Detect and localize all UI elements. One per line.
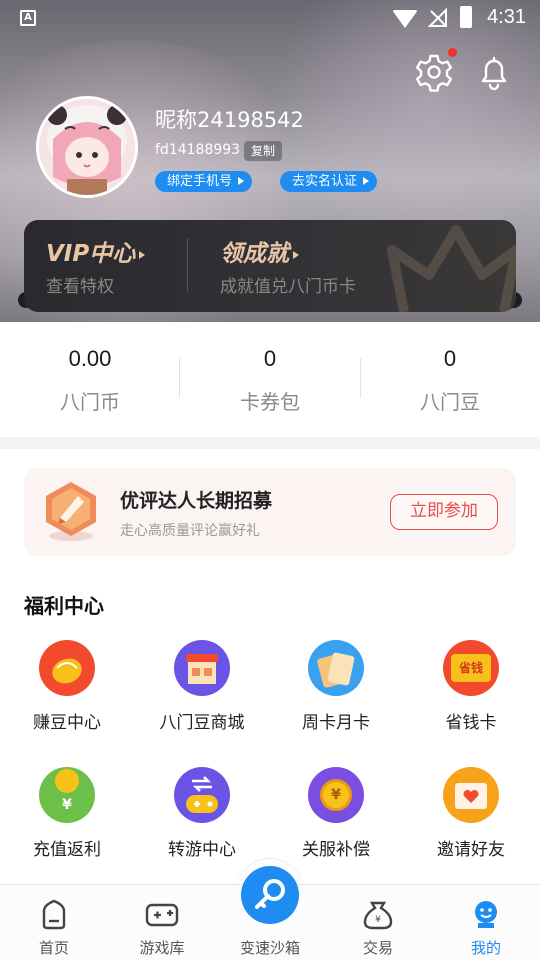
compensation-coin-icon: ¥: [308, 767, 364, 823]
reviewer-recruit-banner[interactable]: 优评达人长期招募 走心高质量评论赢好礼 立即参加: [24, 468, 516, 556]
nav-label: 变速沙箱: [239, 939, 300, 957]
nav-label: 我的: [470, 939, 501, 957]
recruit-title: 优评达人长期招募: [120, 490, 273, 512]
recharge-yen-text: ¥: [62, 797, 72, 813]
achievement-arrow-icon: [293, 250, 299, 259]
compensation-yen-text: ¥: [320, 779, 352, 811]
user-nickname: 昵称24198542: [155, 108, 304, 132]
vip-center-title: VIP中心: [46, 241, 136, 267]
transfer-game-icon: [174, 767, 230, 823]
vip-card: VIP中心 查看特权 领成就 成就值兑八门币卡: [24, 220, 516, 312]
vip-card-divider: [187, 238, 188, 292]
welfare-item-label: 关服补偿: [302, 840, 370, 860]
notification-app-icon: A: [20, 10, 36, 26]
coin-shape: [55, 769, 79, 793]
trade-bag-icon: ¥: [363, 901, 393, 930]
save-money-card-icon: 省钱: [443, 640, 499, 696]
welfare-item-bean-mall[interactable]: 八门豆商城: [137, 640, 267, 733]
wallet-stats: 0.00 八门币 0 卡券包 0 八门豆: [0, 322, 540, 437]
welfare-item-label: 邀请好友: [437, 840, 505, 860]
avatar[interactable]: [36, 96, 138, 198]
sandbox-center-button[interactable]: [241, 866, 299, 924]
stat-label: 八门豆: [420, 390, 480, 414]
nav-label: 首页: [38, 939, 69, 957]
welfare-item-earn-beans[interactable]: 赚豆中心: [2, 640, 132, 733]
stat-value: 0: [443, 346, 457, 371]
welfare-item-recharge-rebate[interactable]: ¥ 充值返利: [2, 767, 132, 860]
settings-notification-dot: [448, 48, 457, 57]
reviewer-badge-icon: [46, 482, 96, 541]
home-icon: [42, 899, 66, 930]
welfare-item-save-money-card[interactable]: 省钱 省钱卡: [406, 640, 536, 733]
bean-icon: [39, 640, 95, 696]
recharge-rebate-icon: ¥: [39, 767, 95, 823]
invite-envelope-icon: [443, 767, 499, 823]
gamepad-icon: [145, 903, 179, 927]
join-now-button[interactable]: 立即参加: [390, 494, 498, 530]
welfare-item-label: 省钱卡: [445, 713, 497, 733]
stat-bamen-coin[interactable]: 0.00 八门币: [0, 346, 180, 415]
recruit-subtitle: 走心高质量评论赢好礼: [120, 523, 260, 539]
welfare-item-label: 充值返利: [33, 840, 101, 860]
status-time: 4:31: [487, 6, 526, 28]
shop-icon: [174, 640, 230, 696]
wifi-icon: [392, 10, 418, 28]
bell-icon[interactable]: [474, 52, 514, 92]
welfare-item-label: 八门豆商城: [159, 713, 245, 733]
stat-coupon-wallet[interactable]: 0 卡券包: [180, 346, 360, 415]
welfare-center-title: 福利中心: [24, 594, 104, 618]
bind-phone-button[interactable]: 绑定手机号: [155, 171, 253, 192]
nav-label: 交易: [362, 939, 393, 957]
nav-game-library[interactable]: 游戏库: [108, 885, 216, 960]
avatar-illustration: [39, 99, 135, 195]
svg-text:¥: ¥: [375, 915, 381, 925]
crown-icon: [387, 225, 516, 312]
welfare-item-label: 赚豆中心: [33, 713, 101, 733]
status-bar: A 4:31: [0, 0, 540, 38]
welfare-item-label: 周卡月卡: [302, 713, 370, 733]
battery-icon: [460, 6, 472, 28]
welfare-item-week-month-card[interactable]: 周卡月卡: [271, 640, 401, 733]
welfare-item-server-compensation[interactable]: ¥ 关服补偿: [271, 767, 401, 860]
achievement-title: 领成就: [220, 241, 289, 267]
settings-gear-icon[interactable]: [414, 52, 454, 92]
card-icon: [308, 640, 364, 696]
user-id: fd14188993: [155, 142, 241, 158]
welfare-item-transfer-game[interactable]: 转游中心: [137, 767, 267, 860]
section-separator: [0, 437, 540, 449]
vip-center-subtitle: 查看特权: [46, 277, 114, 297]
copy-id-button[interactable]: 复制: [244, 141, 283, 161]
mine-icon: [475, 901, 497, 928]
no-sim-icon: [428, 8, 447, 27]
real-name-auth-button[interactable]: 去实名认证: [280, 171, 378, 192]
stat-label: 八门币: [60, 390, 120, 414]
stat-label: 卡券包: [240, 390, 300, 414]
nav-label: 游戏库: [139, 939, 185, 957]
welfare-item-label: 转游中心: [168, 840, 236, 860]
welfare-item-invite-friends[interactable]: 邀请好友: [406, 767, 536, 860]
nav-mine[interactable]: 我的: [432, 885, 540, 960]
nav-trade[interactable]: ¥ 交易: [324, 885, 432, 960]
nav-home[interactable]: 首页: [0, 885, 108, 960]
stat-value: 0.00: [68, 346, 112, 371]
stat-bamen-bean[interactable]: 0 八门豆: [360, 346, 540, 415]
stat-value: 0: [263, 346, 277, 371]
save-money-card-text: 省钱: [451, 654, 491, 682]
achievement-subtitle: 成就值兑八门币卡: [220, 277, 356, 297]
sandbox-key-icon: [255, 879, 285, 909]
vip-arrow-icon: [139, 250, 146, 259]
